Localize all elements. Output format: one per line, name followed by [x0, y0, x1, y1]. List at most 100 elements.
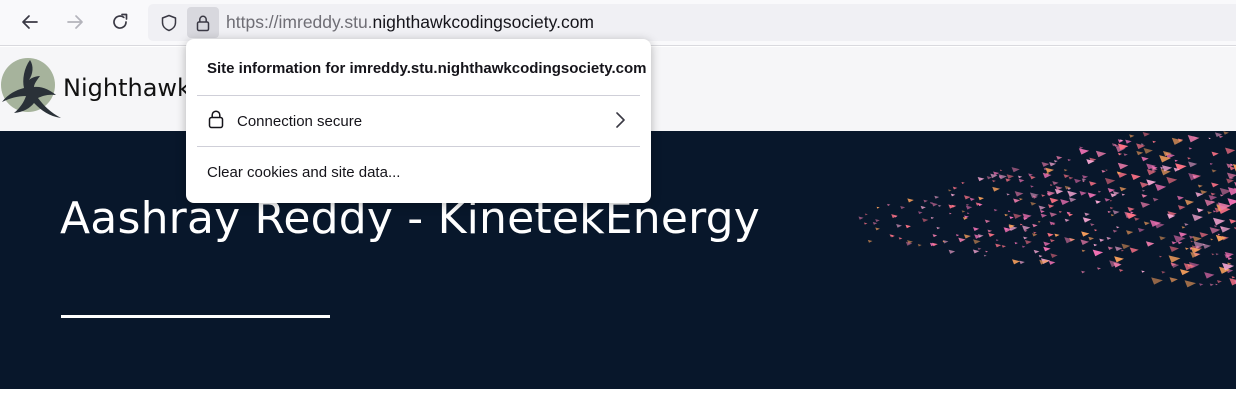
particle	[1043, 241, 1051, 247]
particle	[1159, 236, 1166, 241]
particle	[1060, 199, 1070, 205]
particle	[1114, 246, 1123, 252]
particle	[1137, 227, 1145, 233]
particle	[1177, 241, 1183, 245]
particle	[948, 204, 955, 209]
particle	[973, 239, 981, 245]
particle	[1118, 152, 1123, 156]
particle	[1006, 174, 1014, 179]
particle	[1143, 147, 1153, 154]
particle	[876, 206, 880, 209]
connection-secure-label: Connection secure	[237, 113, 363, 130]
particle	[999, 169, 1003, 172]
particle	[1063, 169, 1068, 172]
particle	[967, 212, 970, 215]
particle	[1019, 260, 1025, 265]
particle	[965, 205, 973, 210]
particle	[961, 181, 965, 185]
particle	[1038, 205, 1046, 211]
forward-button[interactable]	[59, 6, 91, 38]
particle	[1129, 134, 1135, 138]
particle	[1161, 270, 1166, 274]
particle	[1067, 190, 1078, 197]
particle	[917, 244, 922, 247]
url-bar[interactable]: https://imreddy.stu.nighthawkcodingsocie…	[148, 4, 1236, 41]
particle	[1212, 217, 1226, 226]
particle	[993, 209, 998, 212]
particle	[1224, 147, 1236, 155]
particle	[1011, 167, 1020, 173]
particle	[1145, 241, 1155, 247]
chevron-right-icon	[616, 112, 625, 128]
particle	[1090, 223, 1095, 227]
particle	[1190, 240, 1194, 243]
particle	[1049, 221, 1056, 226]
particle	[1040, 213, 1048, 218]
particle	[1177, 205, 1186, 210]
particle	[1214, 225, 1218, 228]
particle	[1054, 233, 1060, 237]
particle	[977, 247, 982, 250]
particle	[1169, 245, 1180, 252]
particle	[1227, 198, 1236, 206]
url-text[interactable]: https://imreddy.stu.nighthawkcodingsocie…	[226, 12, 594, 33]
particle	[1226, 178, 1235, 184]
forward-arrow-icon	[67, 15, 83, 29]
particle	[995, 239, 999, 242]
particle	[1112, 210, 1120, 215]
particle	[1179, 269, 1190, 276]
particle	[1014, 191, 1024, 197]
nighthawk-logo[interactable]	[0, 56, 66, 122]
connection-secure-row[interactable]: Connection secure	[197, 98, 640, 143]
particle	[875, 219, 880, 222]
site-info-button[interactable]	[187, 7, 219, 38]
particle	[1067, 213, 1074, 217]
particle	[922, 218, 929, 223]
tracking-protection-button[interactable]	[153, 7, 185, 38]
particle	[978, 196, 984, 201]
particle	[1199, 283, 1204, 286]
particle	[1121, 193, 1126, 196]
particle	[936, 226, 941, 230]
site-info-popup: Site information for imreddy.stu.nightha…	[186, 39, 651, 203]
particle	[1151, 277, 1163, 285]
particle	[1211, 253, 1215, 256]
particle	[1088, 236, 1095, 241]
back-button[interactable]	[14, 6, 46, 38]
particle	[918, 211, 923, 215]
reload-button[interactable]	[104, 6, 136, 38]
particle	[1211, 182, 1219, 188]
particle	[1009, 216, 1014, 220]
particle	[932, 234, 938, 238]
particle	[1210, 238, 1214, 241]
particle	[1107, 246, 1114, 250]
particle	[1030, 201, 1037, 206]
particle	[1207, 211, 1213, 215]
particle	[1093, 243, 1098, 247]
particle	[992, 179, 996, 183]
particle	[1082, 175, 1089, 179]
particle	[1188, 173, 1201, 181]
particle	[931, 202, 938, 207]
particle	[1095, 200, 1101, 204]
particle	[972, 249, 980, 254]
particle	[1191, 214, 1203, 222]
particle	[948, 189, 952, 192]
clear-cookies-row[interactable]: Clear cookies and site data...	[197, 149, 640, 194]
particle	[1185, 247, 1189, 250]
particle	[1079, 191, 1087, 196]
site-name[interactable]: Nighthawk	[63, 74, 191, 102]
particle	[1045, 167, 1055, 174]
lock-icon	[196, 15, 210, 31]
particle	[938, 204, 942, 207]
particle	[1184, 223, 1189, 226]
particle	[1142, 132, 1151, 137]
particle	[1052, 181, 1059, 186]
particle	[867, 239, 873, 243]
particle	[1038, 255, 1043, 258]
particle	[1154, 183, 1167, 192]
particle	[1217, 233, 1221, 236]
shield-icon	[161, 14, 177, 31]
particle	[1215, 253, 1219, 256]
popup-divider	[197, 146, 640, 147]
